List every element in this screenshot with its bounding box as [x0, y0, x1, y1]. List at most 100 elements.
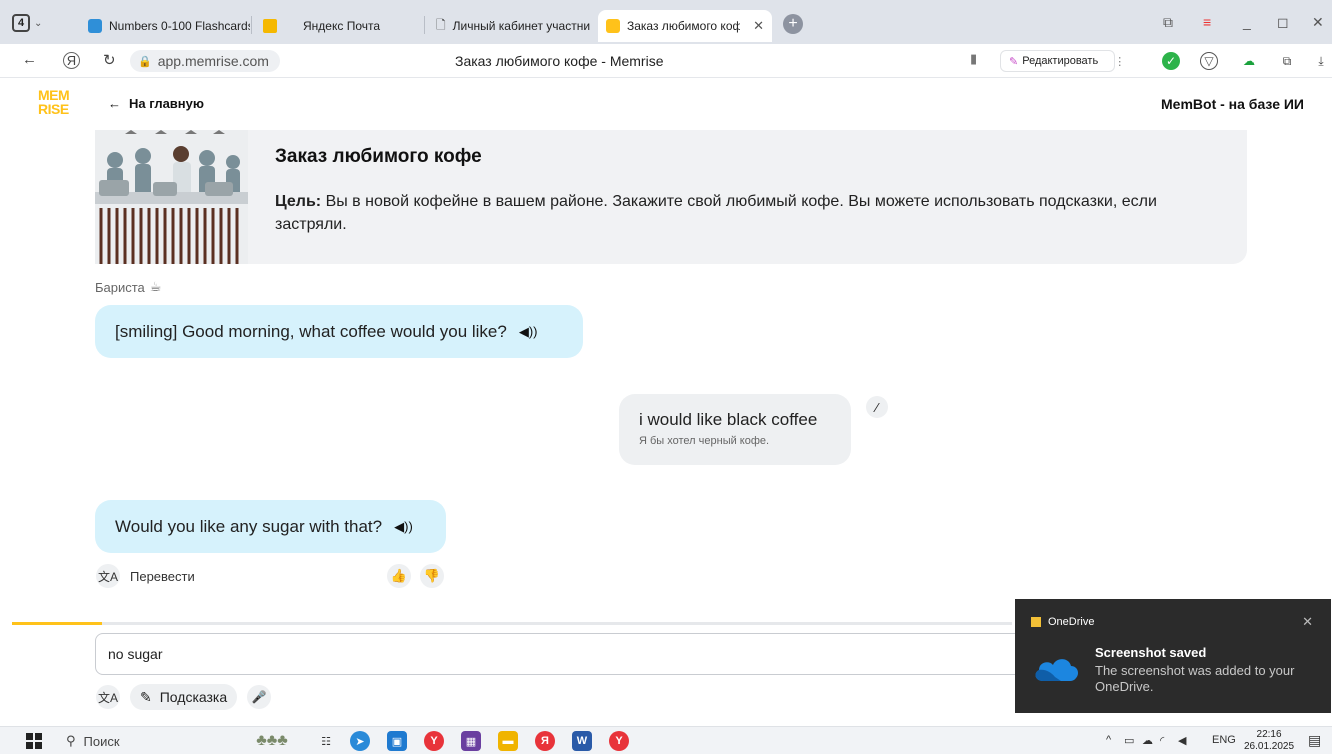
tab-label: Numbers 0-100 Flashcards [109, 19, 250, 33]
tab-mail[interactable] [255, 12, 289, 40]
goal-prefix: Цель: [275, 193, 322, 210]
speaker-icon[interactable]: ◀)) [394, 519, 413, 535]
back-arrow-icon[interactable]: ← [22, 51, 37, 68]
tab-coffee-order[interactable]: Заказ любимого кофе ✕ [598, 10, 772, 42]
chevron-down-icon: ⌄ [34, 17, 43, 29]
hint-button[interactable]: ✎ Подсказка [130, 684, 238, 710]
coffee-cup-icon: ☕ [149, 279, 162, 294]
scenario-goal: Цель: Вы в новой кофейне в вашем районе.… [275, 190, 1175, 236]
message-translation: Я бы хотел черный кофе. [639, 435, 770, 447]
action-center-icon[interactable]: ▤ [1308, 732, 1321, 749]
flashcards-favicon-icon [88, 19, 102, 33]
clock-time: 22:16 [1256, 729, 1282, 740]
battery-icon[interactable]: ▭ [1124, 734, 1134, 747]
logo-line-2: RISE [38, 101, 69, 117]
close-notification-icon[interactable]: ✕ [1302, 614, 1313, 630]
download-icon[interactable]: ⤓ [1312, 52, 1330, 70]
close-window-icon[interactable]: ✕ [1312, 14, 1324, 31]
onedrive-cloud-icon [1035, 659, 1079, 681]
word-icon[interactable]: W [572, 731, 592, 751]
volume-icon[interactable]: ◀ [1178, 734, 1186, 747]
bookmark-icon[interactable]: ▮ [970, 51, 977, 67]
microphone-icon[interactable]: 🎤 [247, 685, 272, 709]
tab-yandex-mail[interactable]: Яндекс Почта [295, 12, 420, 40]
tray-chevron-icon[interactable]: ^ [1106, 734, 1111, 746]
search-icon: ⚲ [66, 733, 76, 748]
hint-label: Подсказка [159, 689, 228, 705]
onedrive-notification[interactable]: OneDrive ✕ Screenshot saved The screensh… [1015, 599, 1331, 713]
windows-taskbar: ⚲ Поиск ♣♣♣ ☷ ➤ ▣ Y ▦ ▬ Я W Y ^ ▭ ☁ ◜ ◀ … [0, 726, 1332, 754]
bot-message: Would you like any sugar with that? ◀)) [95, 500, 446, 553]
memrise-logo[interactable]: MEM RISE [38, 88, 72, 116]
scenario-card: Заказ любимого кофе Цель: Вы в новой коф… [95, 130, 1247, 264]
coffee-shop-illustration [95, 130, 248, 264]
tab-counter[interactable]: 4 ⌄ [12, 12, 44, 34]
tab-divider [424, 16, 425, 34]
mail-favicon-icon [263, 19, 277, 33]
notification-title: Screenshot saved [1095, 645, 1207, 660]
translate-label: Перевести [130, 568, 195, 584]
notification-body: The screenshot was added to your OneDriv… [1095, 663, 1295, 694]
tab-numbers-flashcards[interactable]: Numbers 0-100 Flashcards [80, 12, 250, 40]
onedrive-tray-icon[interactable]: ☁ [1142, 734, 1153, 747]
tab-label: Личный кабинет участни [452, 19, 591, 33]
reload-icon[interactable]: ↻ [103, 51, 116, 69]
notifications-icon[interactable]: ≡ [1203, 14, 1211, 30]
yandex-icon[interactable]: Я [535, 731, 555, 751]
cloud-extension-icon[interactable]: ☁ [1240, 52, 1258, 70]
task-view-icon[interactable]: ☷ [316, 731, 336, 751]
app-icon[interactable]: ▦ [461, 731, 481, 751]
translate-button[interactable]: 文A Перевести [96, 564, 195, 588]
lesson-progress-fill [12, 622, 102, 625]
windows-start-icon[interactable] [26, 733, 42, 749]
notification-app-name: OneDrive [1048, 616, 1095, 628]
more-icon: ⋮ [1114, 55, 1126, 68]
document-icon: 🗋 [436, 17, 446, 32]
yandex-browser-icon[interactable]: Y [424, 731, 444, 751]
back-home-label: На главную [129, 96, 204, 111]
back-home-link[interactable]: ← На главную [108, 96, 204, 111]
vpn-extension-icon[interactable]: ▽ [1200, 52, 1218, 70]
edit-button[interactable]: ✎ Редактировать ⋮ [1000, 50, 1125, 72]
translate-icon: 文A [96, 564, 120, 588]
message-text: Would you like any sugar with that? [115, 516, 383, 536]
speaker-icon[interactable]: ◀)) [519, 324, 538, 340]
file-explorer-icon[interactable]: ▬ [498, 731, 518, 751]
speaker-name: Бариста [95, 279, 145, 295]
trees-widget-icon[interactable]: ♣♣♣ [244, 731, 300, 751]
yandex-icon[interactable]: Я [63, 52, 80, 69]
speaker-label: Бариста ☕ [95, 279, 161, 295]
user-message: i would like black coffee Я бы хотел чер… [619, 394, 851, 465]
tab-label: Заказ любимого кофе [627, 19, 741, 33]
membot-label: MemBot - на базе ИИ [1161, 96, 1304, 112]
restore-icon[interactable]: ◻ [1277, 14, 1289, 31]
taskbar-search[interactable]: ⚲ Поиск [66, 733, 120, 749]
new-tab-button[interactable]: + [783, 14, 803, 34]
minimize-icon[interactable]: _ [1243, 14, 1251, 30]
message-text: [smiling] Good morning, what coffee woul… [115, 321, 507, 341]
lock-icon: 🔒 [138, 55, 152, 68]
thumbs-down-icon[interactable]: 👎 [420, 564, 444, 588]
edit-message-icon[interactable]: ∕ [866, 396, 888, 418]
logo-line-1: MEM [38, 87, 70, 103]
message-input[interactable] [95, 633, 1035, 675]
arrow-left-icon: ← [108, 96, 121, 111]
collections-icon[interactable]: ⧉ [1163, 14, 1173, 31]
shield-extension-icon[interactable]: ✓ [1162, 52, 1180, 70]
clock[interactable]: 22:16 26.01.2025 [1244, 729, 1294, 753]
bot-message: [smiling] Good morning, what coffee woul… [95, 305, 583, 358]
extensions-icon[interactable]: ⧉ [1278, 52, 1296, 70]
tab-personal-cabinet[interactable]: 🗋 Личный кабинет участни [428, 12, 594, 40]
taskbar-search-label: Поиск [83, 733, 120, 749]
translate-input-icon[interactable]: 文A [96, 685, 120, 709]
memrise-favicon-icon [606, 19, 620, 33]
language-indicator[interactable]: ENG [1212, 734, 1236, 746]
yandex-browser-active-icon[interactable]: Y [609, 731, 629, 751]
wifi-icon[interactable]: ◜ [1160, 734, 1164, 747]
close-tab-icon[interactable]: ✕ [753, 18, 764, 34]
tab-label: Яндекс Почта [303, 19, 381, 33]
thumbs-up-icon[interactable]: 👍 [387, 564, 411, 588]
url-field[interactable]: 🔒 app.memrise.com [130, 50, 280, 72]
store-icon[interactable]: ▣ [387, 731, 407, 751]
telegram-icon[interactable]: ➤ [350, 731, 370, 751]
